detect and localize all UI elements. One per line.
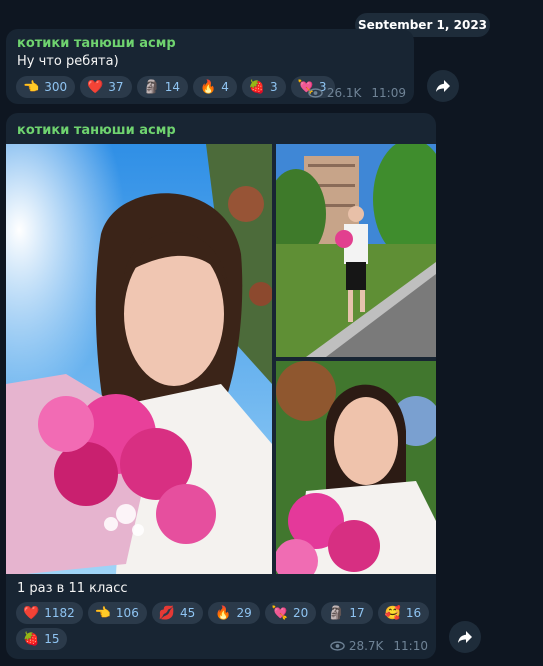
reaction-pointing-hand[interactable]: 👈 106	[87, 602, 147, 624]
reaction-heart[interactable]: ❤️ 1182	[16, 602, 83, 624]
moai-icon: 🗿	[143, 79, 160, 95]
pointing-hand-icon: 👈	[94, 605, 111, 621]
reaction-count: 15	[44, 632, 60, 646]
reaction-heart[interactable]: ❤️ 37	[80, 76, 132, 98]
message-meta: 28.7K 11:10	[330, 639, 428, 653]
message-text: Ну что ребята)	[17, 54, 119, 69]
sender-name[interactable]: котики танюши асмр	[17, 123, 176, 138]
reaction-count: 3	[270, 80, 278, 94]
smiling-hearts-icon: 🥰	[384, 605, 401, 621]
photo-park-full-body[interactable]	[276, 144, 436, 357]
message-time: 11:09	[371, 86, 406, 100]
reaction-count: 300	[44, 80, 68, 94]
reaction-count: 20	[292, 606, 309, 620]
reaction-strawberry[interactable]: 🍓 3	[241, 76, 286, 98]
strawberry-icon: 🍓	[23, 631, 40, 647]
reaction-fire[interactable]: 🔥 4	[193, 76, 237, 98]
strawberry-icon: 🍓	[248, 79, 266, 95]
reaction-smiling-hearts[interactable]: 🥰 16	[377, 602, 430, 624]
forward-button[interactable]	[449, 621, 481, 653]
portrait-photo-image	[276, 361, 436, 574]
reaction-count: 14	[164, 80, 181, 94]
photo-selfie-with-flowers[interactable]	[6, 144, 272, 574]
reaction-count: 45	[180, 606, 196, 620]
reaction-moai[interactable]: 🗿 17	[321, 602, 373, 624]
moai-icon: 🗿	[328, 605, 345, 621]
reaction-pointing-hand[interactable]: 👈 300	[16, 76, 76, 98]
heart-icon: ❤️	[23, 605, 40, 621]
forward-button[interactable]	[427, 70, 459, 102]
view-count: 26.1K	[326, 86, 362, 100]
reaction-count: 1182	[44, 606, 75, 620]
reaction-moai[interactable]: 🗿 14	[136, 76, 189, 98]
fire-icon: 🔥	[200, 79, 217, 95]
pointing-hand-icon: 👈	[23, 79, 40, 95]
message-bubble[interactable]: котики танюши асмр Ну что ребята) 👈 300 ❤…	[6, 29, 414, 104]
reaction-count: 4	[221, 80, 229, 94]
forward-arrow-icon	[436, 80, 450, 92]
reaction-count: 16	[405, 606, 422, 620]
reaction-heart-arrow[interactable]: 💘 20	[264, 602, 317, 624]
kiss-icon: 💋	[158, 605, 176, 621]
reaction-count: 37	[108, 80, 124, 94]
heart-arrow-icon: 💘	[271, 605, 288, 621]
reaction-fire[interactable]: 🔥 29	[208, 602, 260, 624]
park-photo-image	[276, 144, 436, 357]
views-eye-icon	[330, 641, 345, 651]
message-meta: 26.1K 11:09	[308, 86, 406, 100]
forward-arrow-icon	[458, 631, 472, 643]
reaction-count: 106	[115, 606, 139, 620]
views-eye-icon	[308, 88, 323, 98]
reactions-row: ❤️ 1182 👈 106 💋 45 🔥 29 💘 20 🗿 17 🥰 16	[16, 602, 430, 624]
heart-icon: ❤️	[87, 79, 104, 95]
fire-icon: 🔥	[215, 605, 232, 621]
photo-winking-portrait[interactable]	[276, 361, 436, 574]
reaction-kiss[interactable]: 💋 45	[151, 602, 204, 624]
reaction-count: 17	[349, 606, 365, 620]
reactions-row-2: 🍓 15	[16, 628, 68, 650]
reaction-strawberry[interactable]: 🍓 15	[16, 628, 68, 650]
reactions-row: 👈 300 ❤️ 37 🗿 14 🔥 4 🍓 3 💘 3	[16, 76, 335, 98]
view-count: 28.7K	[348, 639, 384, 653]
reaction-count: 29	[236, 606, 252, 620]
message-time: 11:10	[393, 639, 428, 653]
message-text: 1 раз в 11 класс	[17, 581, 128, 596]
selfie-photo-image	[6, 144, 272, 574]
sender-name[interactable]: котики танюши асмр	[17, 36, 176, 51]
message-bubble[interactable]: котики танюши асмр 1 раз в 11 класс ❤️ 1…	[6, 113, 436, 659]
